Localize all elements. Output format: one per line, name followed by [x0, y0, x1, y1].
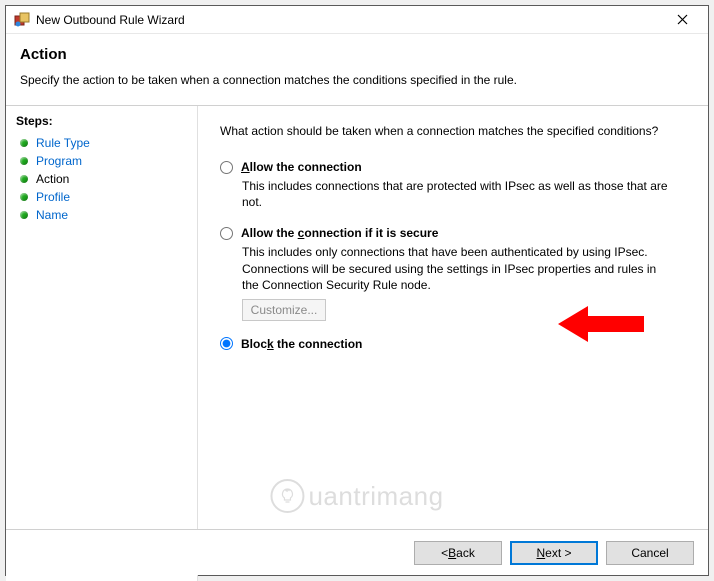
content-pane: What action should be taken when a conne… [198, 106, 708, 581]
step-rule-type[interactable]: Rule Type [16, 134, 187, 152]
step-action[interactable]: Action [16, 170, 187, 188]
option-block-label: Block the connection [241, 337, 362, 351]
back-button[interactable]: < Back [414, 541, 502, 565]
step-label: Action [36, 172, 69, 186]
radio-allow[interactable] [220, 161, 233, 174]
cancel-button[interactable]: Cancel [606, 541, 694, 565]
bullet-icon [20, 211, 28, 219]
radio-block[interactable] [220, 337, 233, 350]
step-label: Rule Type [36, 136, 90, 150]
app-icon [14, 12, 30, 28]
content-prompt: What action should be taken when a conne… [220, 124, 686, 138]
step-label: Name [36, 208, 68, 222]
close-button[interactable] [662, 7, 702, 33]
wizard-footer: < Back Next > Cancel [6, 529, 708, 575]
option-block-label-row[interactable]: Block the connection [220, 337, 686, 351]
next-button[interactable]: Next > [510, 541, 598, 565]
option-allow-label: Allow the connection [241, 160, 362, 174]
step-label: Program [36, 154, 82, 168]
option-allow-secure: Allow the connection if it is secure Thi… [220, 226, 686, 321]
option-allow-secure-label: Allow the connection if it is secure [241, 226, 438, 240]
option-allow-secure-desc: This includes only connections that have… [242, 244, 672, 293]
title-bar: New Outbound Rule Wizard [6, 6, 708, 34]
bullet-icon [20, 139, 28, 147]
bullet-icon [20, 157, 28, 165]
radio-allow-secure[interactable] [220, 227, 233, 240]
option-allow-secure-label-row[interactable]: Allow the connection if it is secure [220, 226, 686, 240]
page-heading: Action [20, 46, 694, 63]
wizard-header: Action Specify the action to be taken wh… [6, 34, 708, 106]
steps-title: Steps: [16, 114, 187, 128]
customize-button: Customize... [242, 299, 326, 321]
bullet-icon [20, 193, 28, 201]
option-allow-desc: This includes connections that are prote… [242, 178, 672, 210]
step-label: Profile [36, 190, 70, 204]
step-profile[interactable]: Profile [16, 188, 187, 206]
wizard-window: New Outbound Rule Wizard Action Specify … [5, 5, 709, 576]
option-allow-label-row[interactable]: Allow the connection [220, 160, 686, 174]
step-name[interactable]: Name [16, 206, 187, 224]
steps-pane: Steps: Rule Type Program Action Profile … [6, 106, 198, 581]
step-program[interactable]: Program [16, 152, 187, 170]
option-block: Block the connection [220, 337, 686, 351]
window-title: New Outbound Rule Wizard [36, 13, 662, 27]
page-description: Specify the action to be taken when a co… [20, 73, 694, 87]
bullet-icon [20, 175, 28, 183]
wizard-body: Steps: Rule Type Program Action Profile … [6, 106, 708, 581]
option-allow: Allow the connection This includes conne… [220, 160, 686, 210]
